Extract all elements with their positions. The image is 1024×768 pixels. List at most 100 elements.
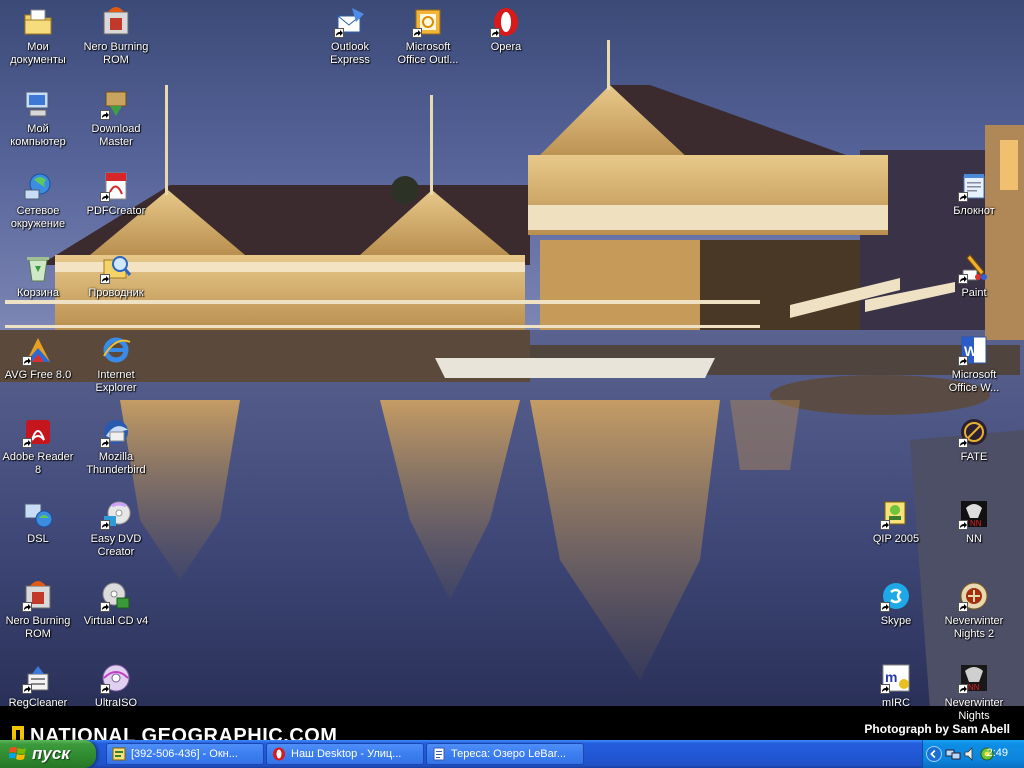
expand-tray-icon[interactable] [926, 746, 942, 762]
avg-icon [22, 334, 54, 366]
desktop-icon-my-documents[interactable]: Мои документы [0, 4, 78, 82]
desktop-icon-pdfcreator[interactable]: PDFCreator [76, 168, 156, 246]
internet-explorer-icon [100, 334, 132, 366]
regcleaner-icon [22, 662, 54, 694]
taskbar-button-document[interactable]: Тереса: Озеро LeBar... [426, 743, 584, 765]
opera-icon [273, 747, 285, 761]
shortcut-arrow-icon [100, 438, 110, 448]
desktop-icon-recycle-bin[interactable]: Корзина [0, 250, 78, 328]
nwn2-icon [958, 580, 990, 612]
desktop-icon-label: NN [966, 533, 982, 545]
thunderbird-icon [100, 416, 132, 448]
shortcut-arrow-icon [958, 520, 968, 530]
desktop-icon-label: Корзина [17, 287, 59, 299]
fate-icon [958, 416, 990, 448]
desktop-icon-label: Adobe Reader 8 [2, 451, 74, 476]
nero-icon [22, 580, 54, 612]
task-label: Тереса: Озеро LeBar... [451, 748, 566, 760]
word-icon: W [958, 334, 990, 366]
desktop-icon-label: RegCleaner [8, 697, 68, 709]
recycle-bin-icon [22, 252, 54, 284]
volume-tray-icon[interactable] [963, 746, 979, 762]
svg-text:NN: NN [968, 683, 980, 692]
desktop-icon-fate[interactable]: FATE [934, 414, 1014, 492]
desktop-icon-internet-explorer[interactable]: Internet Explorer [76, 332, 156, 410]
shortcut-arrow-icon [958, 602, 968, 612]
shortcut-arrow-icon [958, 356, 968, 366]
desktop-icon-ultraiso[interactable]: UltraISO [76, 660, 156, 738]
shortcut-arrow-icon [880, 684, 890, 694]
desktop-icon-label: Mozilla Thunderbird [86, 451, 146, 476]
desktop-icon-nn[interactable]: NN NN [934, 496, 1014, 574]
desktop-icon-qip[interactable]: QIP 2005 [856, 496, 936, 574]
easy-dvd-icon [100, 498, 132, 530]
shortcut-arrow-icon [958, 684, 968, 694]
desktop-icon-nwn2[interactable]: Neverwinter Nights 2 [934, 578, 1014, 656]
desktop-icon-network-places[interactable]: Сетевое окружение [0, 168, 78, 246]
shortcut-arrow-icon [490, 28, 500, 38]
desktop-icon-label: DSL [27, 533, 49, 545]
desktop-icon-paint[interactable]: Paint [934, 250, 1014, 328]
shortcut-arrow-icon [100, 602, 110, 612]
desktop-icon-outlook-express[interactable]: Outlook Express [310, 4, 390, 82]
task-label: [392-506-436] - Окн... [131, 748, 238, 760]
network-places-icon [22, 170, 54, 202]
shortcut-arrow-icon [100, 110, 110, 120]
desktop-icon-explorer[interactable]: Проводник [76, 250, 156, 328]
opera-icon [490, 6, 522, 38]
desktop-icon-label: Virtual CD v4 [83, 615, 149, 627]
shortcut-arrow-icon [22, 438, 32, 448]
desktop-icon-my-computer[interactable]: Мой компьютер [0, 86, 78, 164]
outlook-express-icon [334, 6, 366, 38]
desktop-icon-label: Проводник [88, 287, 144, 299]
desktop-icon-nwn[interactable]: NN Neverwinter Nights [934, 660, 1014, 738]
desktop-icon-regcleaner[interactable]: RegCleaner [0, 660, 78, 738]
task-label: Наш Desktop - Улиц... [291, 748, 402, 760]
my-documents-icon [22, 6, 54, 38]
shortcut-arrow-icon [958, 438, 968, 448]
taskbar-button-qip-chat[interactable]: [392-506-436] - Окн... [106, 743, 264, 765]
shortcut-arrow-icon [22, 684, 32, 694]
nwn-icon: NN [958, 662, 990, 694]
desktop-icon-notepad[interactable]: Блокнот [934, 168, 1014, 246]
desktop-icon-easy-dvd[interactable]: Easy DVD Creator [76, 496, 156, 574]
desktop-icon-adobe-reader[interactable]: Adobe Reader 8 [0, 414, 78, 492]
desktop-icon-nero[interactable]: Nero Burning ROM [76, 4, 156, 82]
desktop-icon-avg[interactable]: AVG Free 8.0 [0, 332, 78, 410]
desktop-icon-label: QIP 2005 [872, 533, 920, 545]
desktop-icon-mirc[interactable]: m mIRC [856, 660, 936, 738]
shortcut-arrow-icon [22, 602, 32, 612]
desktop-icon-dsl[interactable]: DSL [0, 496, 78, 574]
desktop-icon-thunderbird[interactable]: Mozilla Thunderbird [76, 414, 156, 492]
desktop-icon-download-master[interactable]: Download Master [76, 86, 156, 164]
dsl-icon [22, 498, 54, 530]
desktop-icon-office-outlook[interactable]: Microsoft Office Outl... [388, 4, 468, 82]
desktop-icon-label: Microsoft Office Outl... [397, 41, 459, 66]
qip-icon [880, 498, 912, 530]
nero-icon [100, 6, 132, 38]
desktop-icon-nero[interactable]: Nero Burning ROM [0, 578, 78, 656]
pdfcreator-icon [100, 170, 132, 202]
desktop-icon-label: mIRC [881, 697, 911, 709]
my-computer-icon [22, 88, 54, 120]
desktop-icon-label: AVG Free 8.0 [4, 369, 72, 381]
network-tray-icon[interactable] [945, 746, 961, 762]
svg-text:m: m [885, 669, 897, 685]
skype-icon [880, 580, 912, 612]
desktop-icon-word[interactable]: W Microsoft Office W... [934, 332, 1014, 410]
desktop-icon-virtual-cd[interactable]: Virtual CD v4 [76, 578, 156, 656]
desktop-icon-label: Outlook Express [330, 41, 370, 66]
taskbar-button-opera[interactable]: Наш Desktop - Улиц... [266, 743, 424, 765]
desktop-icon-label: Neverwinter Nights 2 [944, 615, 1004, 640]
desktop-icon-opera[interactable]: Opera [466, 4, 546, 82]
start-label: пуск [32, 744, 70, 763]
windows-flag-icon [9, 747, 26, 760]
desktop-icon-skype[interactable]: Skype [856, 578, 936, 656]
mirc-icon: m [880, 662, 912, 694]
document-icon [433, 747, 445, 761]
shortcut-arrow-icon [100, 520, 110, 530]
svg-text:NN: NN [970, 519, 982, 528]
start-button[interactable]: пуск [0, 740, 96, 768]
office-outlook-icon [412, 6, 444, 38]
download-master-icon [100, 88, 132, 120]
